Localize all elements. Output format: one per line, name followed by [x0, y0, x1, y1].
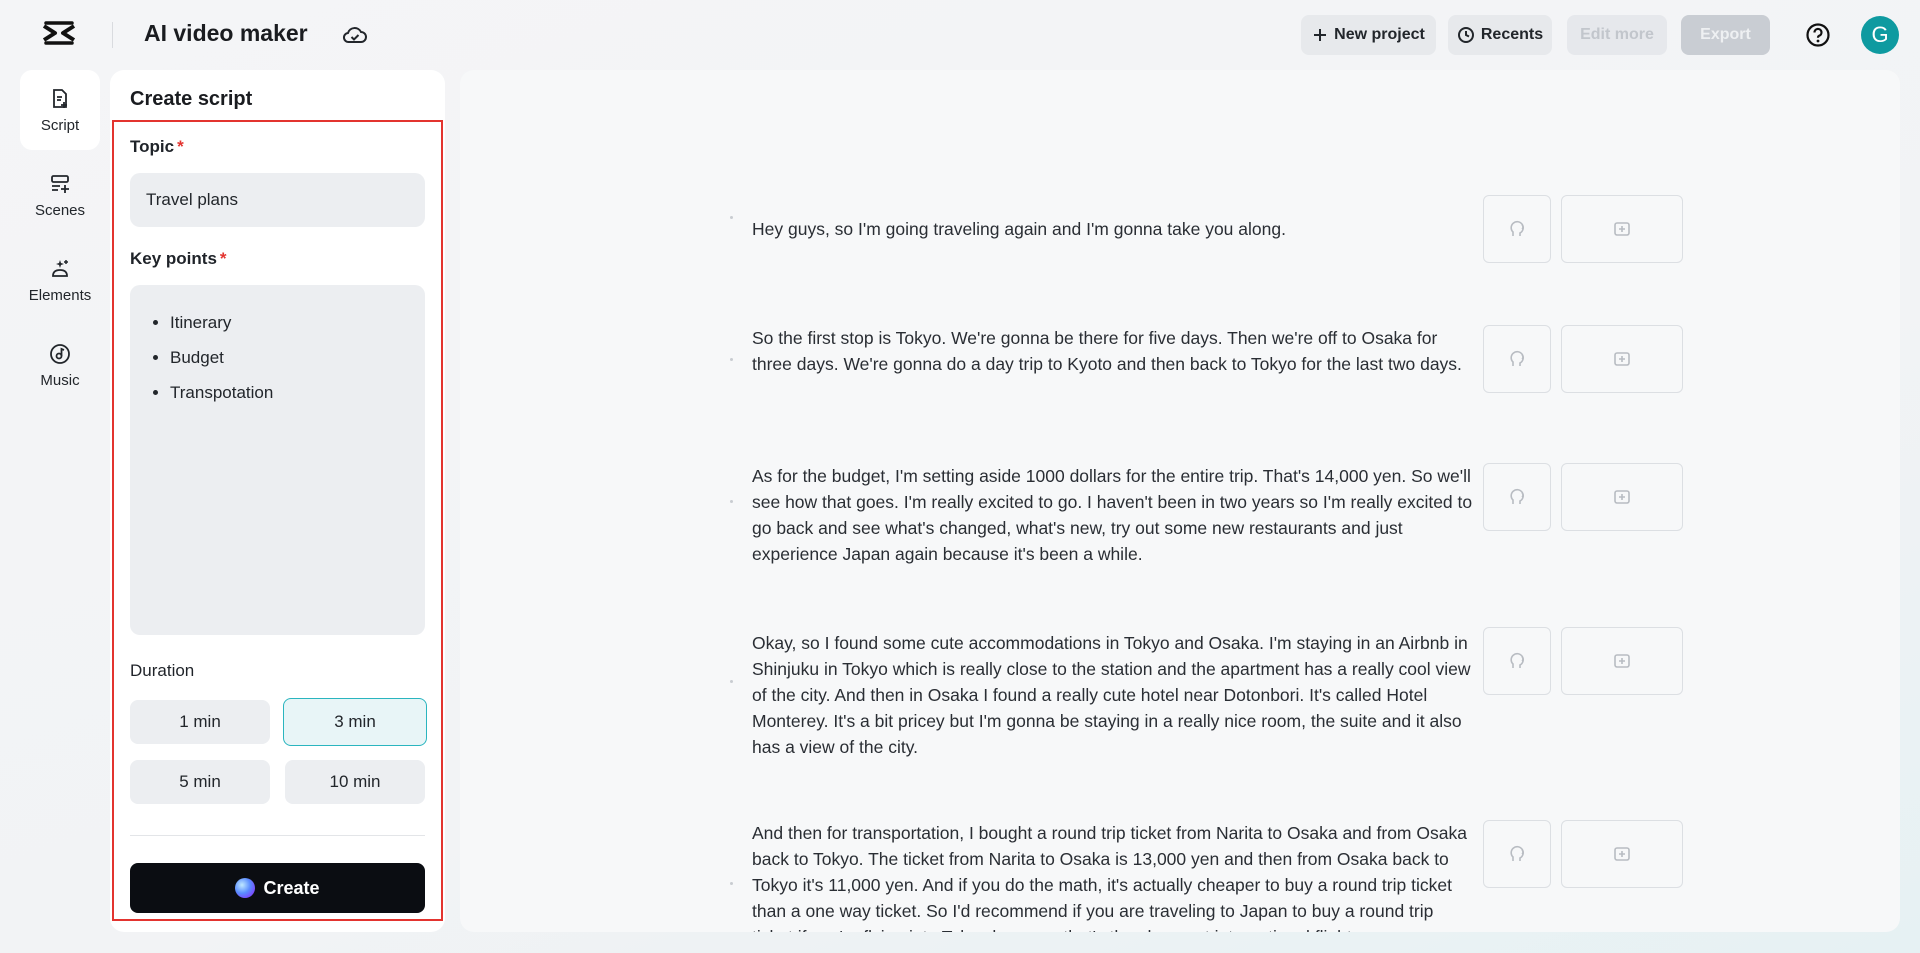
header-divider: [112, 22, 113, 48]
topic-label: Topic *: [130, 137, 184, 157]
keypoint-item: Transpotation: [170, 375, 425, 410]
script-editor: Hey guys, so I'm going traveling again a…: [460, 70, 1900, 932]
nav-item-elements[interactable]: Elements: [20, 240, 100, 320]
create-button[interactable]: Create: [130, 863, 425, 913]
nav-item-scenes[interactable]: Scenes: [20, 155, 100, 235]
create-label: Create: [263, 877, 320, 898]
voiceover-button[interactable]: [1483, 463, 1551, 531]
script-paragraph-2[interactable]: So the first stop is Tokyo. We're gonna …: [752, 325, 1477, 377]
paragraph-marker: [730, 358, 733, 361]
voice-head-icon: [1510, 350, 1524, 366]
paragraph-marker: [730, 500, 733, 503]
keypoint-item: Itinerary: [170, 305, 425, 340]
required-mark: *: [219, 249, 227, 268]
cloud-sync-icon[interactable]: [342, 23, 368, 47]
add-video-icon: [1614, 847, 1630, 861]
keypoints-label-text: Key points: [130, 249, 217, 268]
nav-item-script[interactable]: Script: [20, 70, 100, 150]
script-paragraph-5[interactable]: And then for transportation, I bought a …: [752, 820, 1477, 932]
voice-head-icon: [1510, 845, 1524, 861]
ai-orb-icon: [235, 878, 256, 898]
add-media-button[interactable]: [1561, 325, 1683, 393]
voice-head-icon: [1510, 652, 1524, 668]
export-label: Export: [1700, 26, 1751, 43]
clock-icon: [1457, 27, 1474, 43]
voice-head-icon: [1510, 220, 1524, 236]
nav-label-script: Script: [40, 116, 80, 134]
paragraph-marker: [730, 680, 733, 683]
app-header: AI video maker New project Recents Edit …: [0, 0, 1920, 70]
topic-label-text: Topic: [130, 137, 175, 156]
paragraph-marker: [730, 216, 733, 219]
scenes-icon: [51, 174, 69, 193]
help-icon[interactable]: [1804, 21, 1832, 49]
music-icon: [50, 343, 70, 364]
duration-3-min-button[interactable]: 3 min: [283, 698, 427, 746]
duration-label: Duration: [130, 661, 195, 680]
voice-head-icon: [1510, 488, 1524, 504]
capcut-logo-icon[interactable]: [40, 20, 78, 50]
script-icon: [53, 88, 67, 108]
add-video-icon: [1614, 222, 1630, 236]
nav-item-music[interactable]: Music: [20, 325, 100, 405]
script-paragraph-3[interactable]: As for the budget, I'm setting aside 100…: [752, 463, 1477, 567]
panel-divider: [130, 835, 425, 836]
edit-more-button[interactable]: Edit more: [1567, 15, 1667, 55]
new-project-label: New project: [1334, 26, 1425, 43]
voiceover-button[interactable]: [1483, 820, 1551, 888]
export-button[interactable]: Export: [1681, 15, 1770, 55]
add-video-icon: [1614, 654, 1630, 668]
app-title: AI video maker: [144, 20, 308, 46]
new-project-button[interactable]: New project: [1301, 15, 1436, 55]
recents-label: Recents: [1480, 26, 1544, 43]
duration-1-min-button[interactable]: 1 min: [130, 700, 270, 744]
topic-input[interactable]: [130, 173, 425, 227]
add-media-button[interactable]: [1561, 627, 1683, 695]
add-video-icon: [1614, 490, 1630, 504]
nav-label-music: Music: [40, 371, 80, 389]
voiceover-button[interactable]: [1483, 195, 1551, 263]
voiceover-button[interactable]: [1483, 627, 1551, 695]
script-paragraph-1[interactable]: Hey guys, so I'm going traveling again a…: [752, 216, 1477, 242]
add-video-icon: [1614, 352, 1630, 366]
elements-icon: [52, 259, 68, 277]
keypoints-label: Key points *: [130, 249, 227, 269]
add-media-button[interactable]: [1561, 195, 1683, 263]
add-media-button[interactable]: [1561, 820, 1683, 888]
keypoints-textarea[interactable]: Itinerary Budget Transpotation: [130, 285, 425, 635]
recents-button[interactable]: Recents: [1448, 15, 1552, 55]
create-script-panel: Create script Topic* Key points* Itinera…: [110, 70, 445, 932]
edit-more-label: Edit more: [1580, 26, 1654, 43]
voiceover-button[interactable]: [1483, 325, 1551, 393]
nav-label-elements: Elements: [28, 286, 92, 304]
duration-5-min-button[interactable]: 5 min: [130, 760, 270, 804]
panel-title: Create script: [130, 88, 253, 110]
required-mark: *: [177, 137, 184, 156]
plus-icon: [1314, 29, 1327, 41]
add-media-button[interactable]: [1561, 463, 1683, 531]
keypoint-item: Budget: [170, 340, 425, 375]
paragraph-marker: [730, 882, 733, 885]
duration-10-min-button[interactable]: 10 min: [285, 760, 425, 804]
user-avatar[interactable]: G: [1861, 16, 1899, 54]
nav-label-scenes: Scenes: [34, 201, 86, 219]
script-paragraph-4[interactable]: Okay, so I found some cute accommodation…: [752, 630, 1477, 760]
